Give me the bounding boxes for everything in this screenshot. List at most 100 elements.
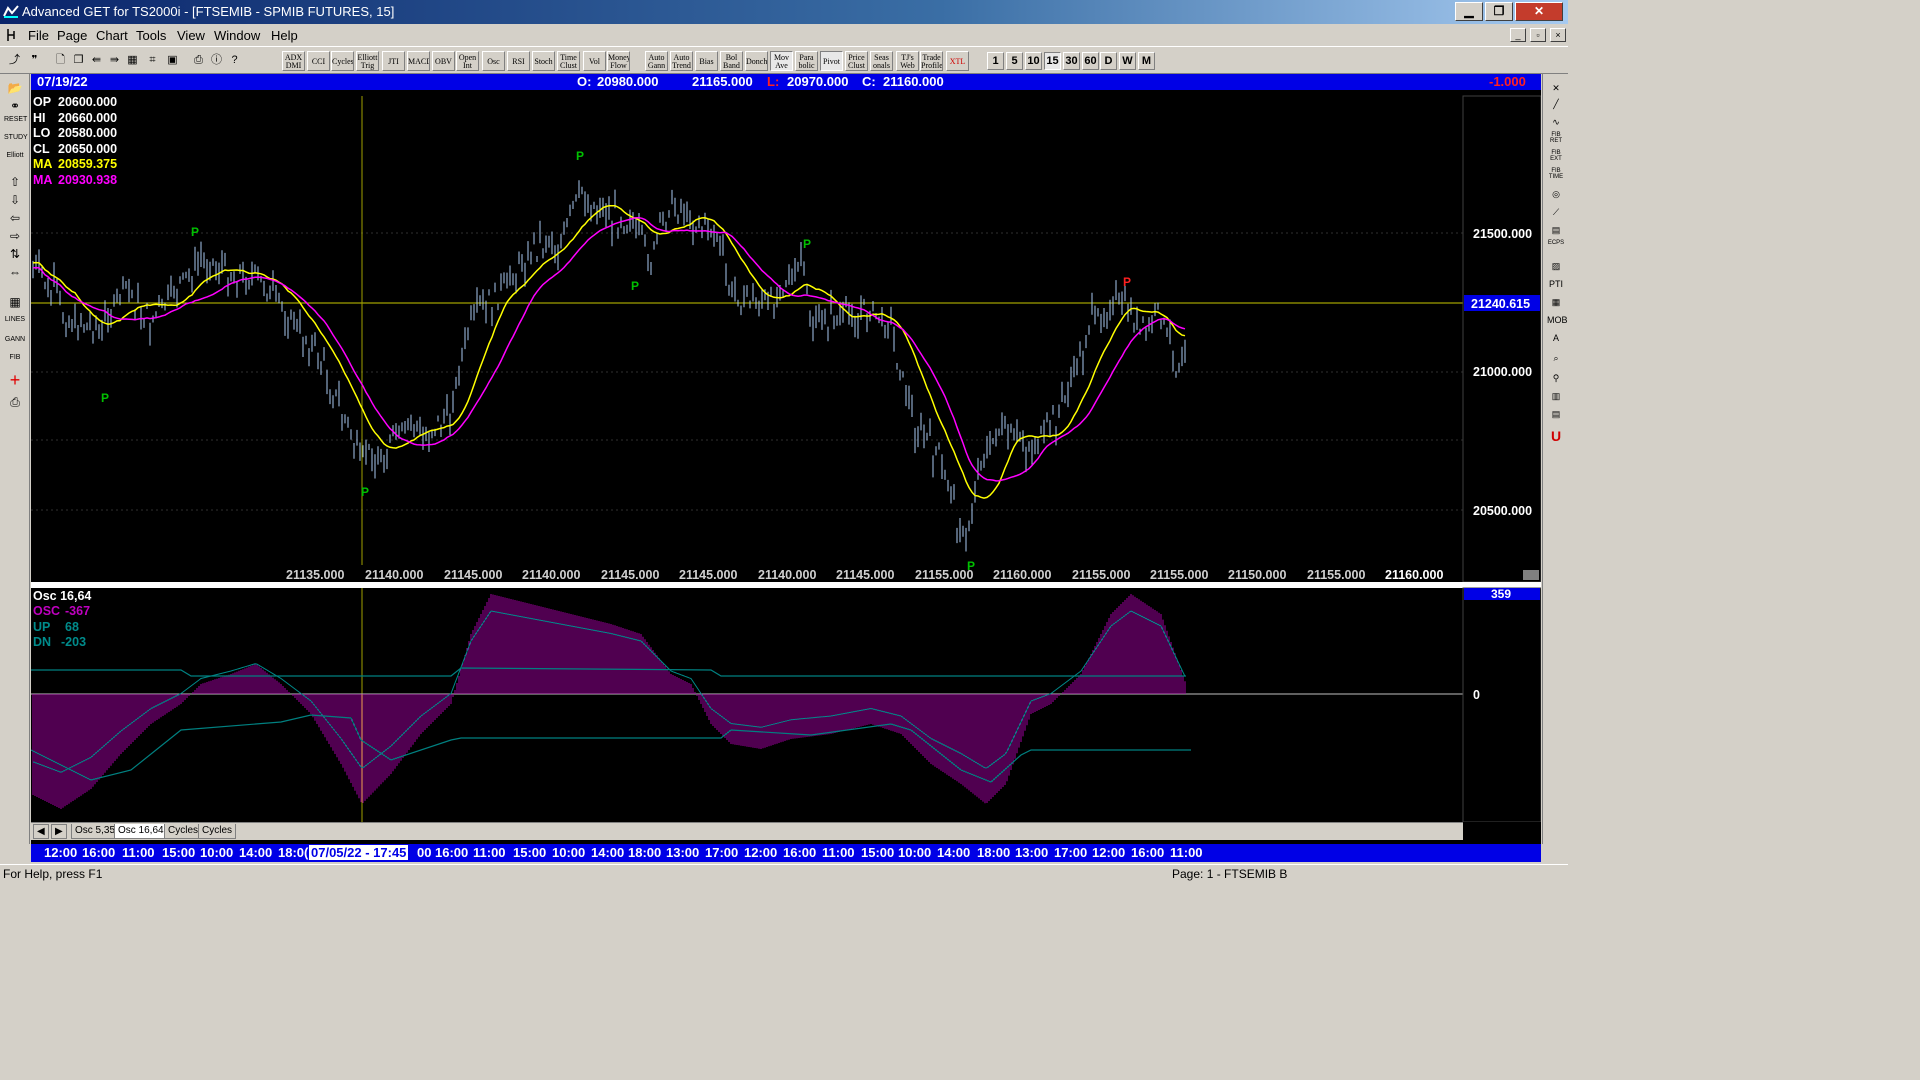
pti-tool-icon[interactable]: PTI xyxy=(1547,276,1565,292)
study-button-mov-ave[interactable]: Mov Ave xyxy=(770,51,793,71)
study-button-osc[interactable]: Osc xyxy=(482,51,505,71)
grid-icon[interactable]: ▦ xyxy=(124,52,141,70)
crosshair-icon[interactable]: ⌗ xyxy=(144,52,161,70)
study-button-bol-band[interactable]: Bol Band xyxy=(720,51,743,71)
gann-tool-icon[interactable]: GANN xyxy=(4,336,26,352)
restore-button[interactable]: ❐ xyxy=(1485,2,1513,21)
tab-nav-right[interactable]: ▶ xyxy=(51,824,67,839)
scale-icon[interactable] xyxy=(1523,570,1539,580)
study-button-open-int[interactable]: Open Int xyxy=(456,51,479,71)
mdi-minimize-button[interactable]: _ xyxy=(1510,28,1526,42)
study-button-vol[interactable]: Vol xyxy=(583,51,606,71)
study-button-stoch[interactable]: Stoch xyxy=(532,51,555,71)
timeframe-button-m[interactable]: M xyxy=(1138,52,1155,70)
pencil-tool-icon[interactable]: ╱ xyxy=(1547,96,1565,112)
horizontal-resize-tool-icon[interactable]: ⇔ xyxy=(4,264,26,280)
study-button-auto-gann[interactable]: Auto Gann xyxy=(645,51,668,71)
copy-icon[interactable]: ❐ xyxy=(70,52,87,70)
tab-osc-5-35[interactable]: Osc 5,35 xyxy=(71,824,120,839)
mdi-restore-button[interactable]: ▫ xyxy=(1530,28,1546,42)
link-tool-icon[interactable]: ⚭ xyxy=(4,98,26,114)
study-button-tj-s-web[interactable]: TJ's Web xyxy=(896,51,919,71)
study-button-donch[interactable]: Donch xyxy=(745,51,768,71)
study-button-rsi[interactable]: RSI xyxy=(507,51,530,71)
circle-tool-icon[interactable]: ◎ xyxy=(1547,186,1565,202)
wave-tool-icon[interactable]: ∿ xyxy=(1547,114,1565,130)
study-button-time-clust[interactable]: Time Clust xyxy=(557,51,580,71)
study-button-para-bolic[interactable]: Para bolic xyxy=(795,51,818,71)
study-tool-icon[interactable]: STUDY xyxy=(4,134,28,150)
info-icon[interactable]: ⓘ xyxy=(208,52,225,70)
undo-tool-icon[interactable]: U xyxy=(1547,428,1565,444)
pin-tool-icon[interactable]: ⚲ xyxy=(1547,370,1565,386)
vertical-resize-tool-icon[interactable]: ⇅ xyxy=(4,246,26,262)
study-button-cci[interactable]: CCI xyxy=(307,51,330,71)
timeframe-button-30[interactable]: 30 xyxy=(1063,52,1080,70)
crosshair-tool-icon[interactable]: + xyxy=(4,371,26,389)
quote-tool-icon[interactable]: ❞ xyxy=(26,52,43,70)
timeframe-button-10[interactable]: 10 xyxy=(1025,52,1042,70)
lines-tool-icon[interactable]: LINES xyxy=(4,316,26,332)
close-button[interactable]: ✕ xyxy=(1515,2,1563,21)
study-button-money-flow[interactable]: Money Flow xyxy=(607,51,630,71)
ecps-tool-icon[interactable]: ECPS xyxy=(1547,240,1565,256)
print-icon[interactable]: ⎙ xyxy=(190,52,207,70)
study-button-elliott-trig[interactable]: Elliott Trig xyxy=(356,51,379,71)
study-button-macd[interactable]: MACD xyxy=(407,51,430,71)
trendline-tool-icon[interactable]: ⟋ xyxy=(1547,204,1565,220)
text-tool-icon[interactable]: A xyxy=(1547,330,1565,346)
close-tool-icon[interactable]: ✕ xyxy=(1547,80,1565,96)
arrow-left-tool-icon[interactable]: ⇦ xyxy=(4,210,26,226)
menu-tools[interactable]: Tools xyxy=(136,28,166,43)
menu-help[interactable]: Help xyxy=(271,28,298,43)
menu-window[interactable]: Window xyxy=(214,28,260,43)
print-tool-icon[interactable]: ⎙ xyxy=(4,394,26,410)
study-button-adx-dmi[interactable]: ADX DMI xyxy=(282,51,305,71)
open-folder-tool-icon[interactable]: 📂 xyxy=(4,80,26,96)
elliott-tool-icon[interactable]: Elliott xyxy=(4,152,26,168)
timeframe-button-w[interactable]: W xyxy=(1119,52,1136,70)
page-forward-icon[interactable]: ⇛ xyxy=(106,52,123,70)
table-tool-icon[interactable]: ▦ xyxy=(1547,294,1565,310)
tab-osc-16-64[interactable]: Osc 16,64 xyxy=(114,824,168,839)
study-button-obv[interactable]: OBV xyxy=(432,51,455,71)
arrow-right-tool-icon[interactable]: ⇨ xyxy=(4,228,26,244)
reset-tool-icon[interactable]: RESET xyxy=(4,116,27,132)
study-button-pivot[interactable]: Pivot xyxy=(820,51,843,71)
context-help-icon[interactable]: ? xyxy=(226,52,243,70)
tab-nav-left[interactable]: ◀ xyxy=(33,824,49,839)
study-button-xtl[interactable]: XTL xyxy=(946,51,969,71)
fib-retracement-tool-icon[interactable]: FIB RET xyxy=(1547,132,1565,148)
menu-file[interactable]: File xyxy=(28,28,49,43)
study-button-trade-profile[interactable]: Trade Profile xyxy=(920,51,943,71)
tab-cycles-1[interactable]: Cycles xyxy=(164,824,203,839)
pattern-tool-icon[interactable]: ▨ xyxy=(1547,258,1565,274)
study-button-seas-onals[interactable]: Seas onals xyxy=(870,51,893,71)
arrow-up-tool-icon[interactable]: ⇧ xyxy=(4,174,26,190)
grid-tool-icon[interactable]: ▦ xyxy=(4,294,26,310)
study-button-jti[interactable]: JTI xyxy=(382,51,405,71)
timeframe-button-d[interactable]: D xyxy=(1100,52,1117,70)
menu-page[interactable]: Page xyxy=(57,28,87,43)
study-button-price-clust[interactable]: Price Clust xyxy=(845,51,868,71)
study-button-cycles[interactable]: Cycles xyxy=(331,51,354,71)
study-button-bias[interactable]: Bias xyxy=(695,51,718,71)
mdi-close-button[interactable]: × xyxy=(1550,28,1566,42)
timeframe-button-1[interactable]: 1 xyxy=(987,52,1004,70)
menu-view[interactable]: View xyxy=(177,28,205,43)
layers-tool-icon[interactable]: ▥ xyxy=(1547,388,1565,404)
cursor-tool-icon[interactable]: ⤴ xyxy=(6,52,23,70)
new-page-icon[interactable]: 🗋 xyxy=(52,52,69,70)
menu-chart[interactable]: Chart xyxy=(96,28,128,43)
panel-tool-icon[interactable]: ▤ xyxy=(1547,406,1565,422)
magnify-tool-icon[interactable]: ⌕ xyxy=(1547,350,1565,366)
timeframe-button-60[interactable]: 60 xyxy=(1082,52,1099,70)
study-button-auto-trend[interactable]: Auto Trend xyxy=(670,51,693,71)
fib-time-tool-icon[interactable]: FIB TIME xyxy=(1547,168,1565,184)
layout-icon[interactable]: ▣ xyxy=(164,52,181,70)
panel-separator[interactable] xyxy=(31,582,1541,588)
price-chart[interactable]: PPPPPPPP OP 20600.000 HI 20660.000 LO 20… xyxy=(31,90,1541,822)
arrow-down-tool-icon[interactable]: ⇩ xyxy=(4,192,26,208)
channel-tool-icon[interactable]: ▤ xyxy=(1547,222,1565,238)
mob-tool-icon[interactable]: MOB xyxy=(1547,312,1568,328)
